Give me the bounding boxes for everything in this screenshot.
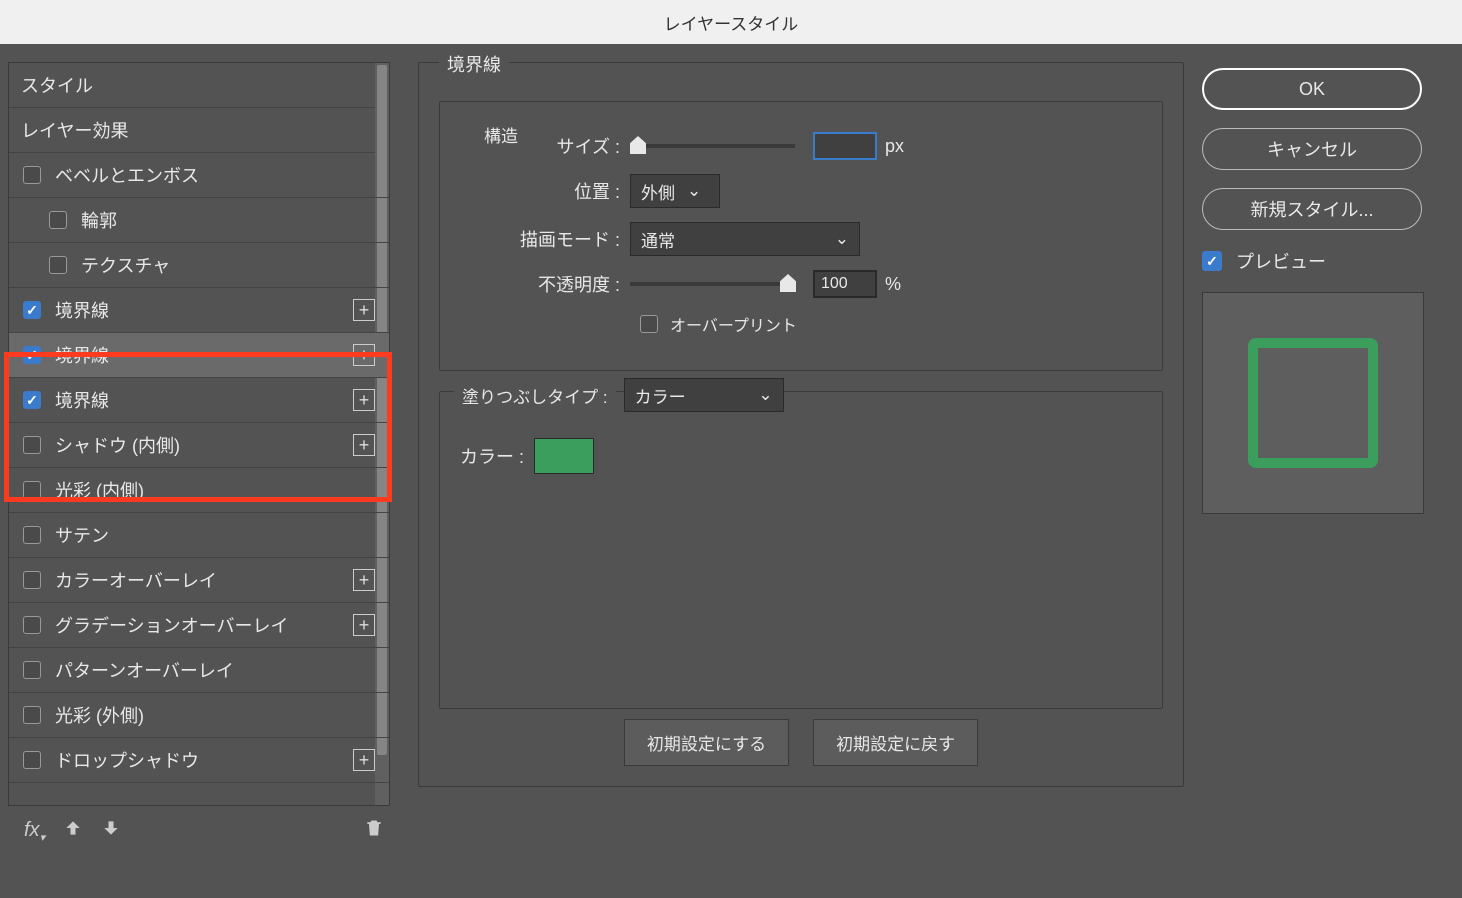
reset-default-button[interactable]: 初期設定に戻す bbox=[813, 719, 978, 766]
style-item-6[interactable]: シャドウ (内側) + bbox=[9, 423, 389, 468]
color-label: カラー : bbox=[460, 443, 524, 469]
add-instance-icon[interactable]: + bbox=[353, 344, 375, 366]
position-dropdown[interactable]: 外側⌄ bbox=[630, 174, 720, 208]
size-slider[interactable] bbox=[630, 144, 795, 148]
layer-effects-header[interactable]: レイヤー効果 bbox=[9, 108, 389, 153]
preview-label: プレビュー bbox=[1236, 248, 1326, 274]
style-checkbox[interactable] bbox=[23, 301, 41, 319]
section-title: 境界線 bbox=[439, 51, 509, 77]
size-unit: px bbox=[885, 136, 904, 157]
chevron-down-icon: ⌄ bbox=[758, 385, 772, 405]
blend-mode-dropdown[interactable]: 通常⌄ bbox=[630, 222, 860, 256]
style-item-13[interactable]: ドロップシャドウ + bbox=[9, 738, 389, 783]
color-swatch[interactable] bbox=[534, 438, 594, 474]
make-default-button[interactable]: 初期設定にする bbox=[624, 719, 789, 766]
add-instance-icon[interactable]: + bbox=[353, 434, 375, 456]
opacity-label: 不透明度 : bbox=[460, 271, 630, 297]
style-label: ベベルとエンボス bbox=[55, 162, 199, 188]
style-checkbox[interactable] bbox=[23, 481, 41, 499]
fill-type-label: 塗りつぶしタイプ : bbox=[454, 383, 616, 408]
style-label: サテン bbox=[55, 522, 109, 548]
style-checkbox[interactable] bbox=[49, 211, 67, 229]
style-label: 境界線 bbox=[55, 297, 109, 323]
styles-panel: スタイル レイヤー効果 ベベルとエンボス輪郭テクスチャ境界線+境界線+境界線+シ… bbox=[0, 62, 400, 898]
style-item-4[interactable]: 境界線 + bbox=[9, 333, 389, 378]
overprint-label: オーバープリント bbox=[670, 312, 797, 336]
add-instance-icon[interactable]: + bbox=[353, 299, 375, 321]
move-up-icon[interactable] bbox=[63, 818, 83, 844]
add-instance-icon[interactable]: + bbox=[353, 569, 375, 591]
style-checkbox[interactable] bbox=[23, 661, 41, 679]
add-instance-icon[interactable]: + bbox=[353, 749, 375, 771]
structure-title: 構造 bbox=[476, 122, 526, 147]
style-item-8[interactable]: サテン bbox=[9, 513, 389, 558]
style-item-5[interactable]: 境界線 + bbox=[9, 378, 389, 423]
style-label: カラーオーバーレイ bbox=[55, 567, 217, 593]
opacity-unit: % bbox=[885, 274, 901, 295]
move-down-icon[interactable] bbox=[101, 818, 121, 844]
style-item-3[interactable]: 境界線 + bbox=[9, 288, 389, 333]
position-label: 位置 : bbox=[460, 178, 630, 204]
preview-thumbnail bbox=[1202, 292, 1424, 514]
trash-icon[interactable] bbox=[364, 818, 384, 844]
style-item-11[interactable]: パターンオーバーレイ bbox=[9, 648, 389, 693]
style-checkbox[interactable] bbox=[23, 526, 41, 544]
add-instance-icon[interactable]: + bbox=[353, 389, 375, 411]
style-label: 光彩 (内側) bbox=[55, 477, 144, 503]
blend-mode-label: 描画モード : bbox=[460, 226, 630, 252]
style-checkbox[interactable] bbox=[23, 571, 41, 589]
ok-button[interactable]: OK bbox=[1202, 68, 1422, 110]
style-label: 輪郭 bbox=[81, 207, 117, 233]
styles-header[interactable]: スタイル bbox=[9, 63, 389, 108]
size-input[interactable] bbox=[813, 132, 877, 160]
style-checkbox[interactable] bbox=[23, 346, 41, 364]
style-checkbox[interactable] bbox=[23, 436, 41, 454]
style-label: 境界線 bbox=[55, 387, 109, 413]
style-checkbox[interactable] bbox=[23, 166, 41, 184]
style-label: シャドウ (内側) bbox=[55, 432, 180, 458]
style-label: パターンオーバーレイ bbox=[55, 657, 234, 683]
style-checkbox[interactable] bbox=[23, 391, 41, 409]
cancel-button[interactable]: キャンセル bbox=[1202, 128, 1422, 170]
style-checkbox[interactable] bbox=[23, 616, 41, 634]
style-item-9[interactable]: カラーオーバーレイ + bbox=[9, 558, 389, 603]
style-checkbox[interactable] bbox=[49, 256, 67, 274]
action-panel: OK キャンセル 新規スタイル... プレビュー bbox=[1202, 62, 1462, 898]
preview-checkbox[interactable] bbox=[1202, 251, 1222, 271]
chevron-down-icon: ⌄ bbox=[687, 181, 701, 201]
opacity-slider[interactable] bbox=[630, 282, 795, 286]
style-checkbox[interactable] bbox=[23, 751, 41, 769]
style-item-2[interactable]: テクスチャ bbox=[9, 243, 389, 288]
overprint-checkbox[interactable] bbox=[640, 315, 658, 333]
style-label: グラデーションオーバーレイ bbox=[55, 612, 288, 638]
fill-type-dropdown[interactable]: カラー⌄ bbox=[624, 378, 784, 412]
add-instance-icon[interactable]: + bbox=[353, 614, 375, 636]
opacity-input[interactable] bbox=[813, 270, 877, 298]
settings-panel: 境界線 構造 サイズ : px 位置 : 外側⌄ 描画モード : bbox=[400, 62, 1202, 898]
style-label: 境界線 bbox=[55, 342, 109, 368]
style-label: 光彩 (外側) bbox=[55, 702, 144, 728]
fx-menu[interactable]: fx▾ bbox=[24, 819, 45, 844]
chevron-down-icon: ⌄ bbox=[835, 229, 849, 249]
style-item-10[interactable]: グラデーションオーバーレイ + bbox=[9, 603, 389, 648]
style-tools: fx▾ bbox=[8, 806, 400, 856]
style-label: テクスチャ bbox=[81, 252, 170, 278]
style-item-7[interactable]: 光彩 (内側) bbox=[9, 468, 389, 513]
new-style-button[interactable]: 新規スタイル... bbox=[1202, 188, 1422, 230]
style-item-12[interactable]: 光彩 (外側) bbox=[9, 693, 389, 738]
style-item-0[interactable]: ベベルとエンボス bbox=[9, 153, 389, 198]
style-checkbox[interactable] bbox=[23, 706, 41, 724]
window-title: レイヤースタイル bbox=[0, 0, 1462, 44]
style-label: ドロップシャドウ bbox=[55, 747, 199, 773]
style-item-1[interactable]: 輪郭 bbox=[9, 198, 389, 243]
